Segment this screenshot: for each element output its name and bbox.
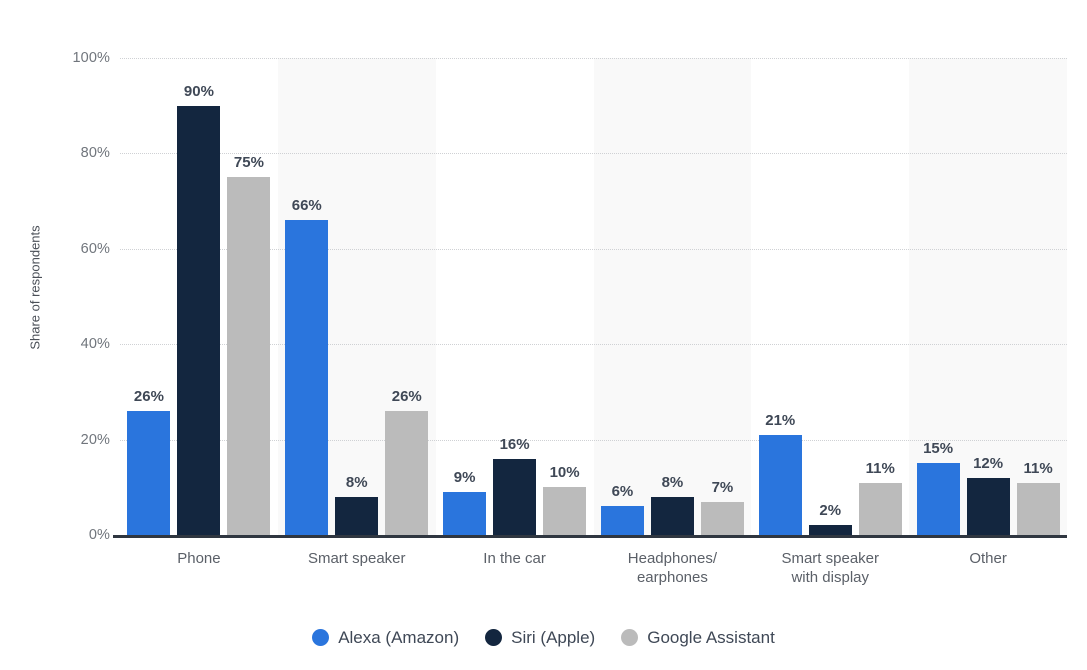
category-label-line: Other (969, 550, 1007, 567)
y-axis-tick-label: 0% (88, 527, 110, 543)
bar[interactable] (650, 496, 694, 535)
bar-value-label: 2% (819, 502, 842, 520)
bar-chart: Share of respondents 0% 20% 40% 60% 80% 100% … (0, 0, 1087, 670)
bar-value-label: 66% (291, 197, 322, 215)
x-axis-line (113, 535, 1067, 538)
bar[interactable] (543, 487, 587, 535)
category-label-line: In the car (483, 550, 546, 567)
circle-marker (621, 629, 639, 646)
bar-value-label: 75% (233, 154, 264, 172)
bar[interactable] (1016, 482, 1060, 535)
category-label-line: Headphones/ (627, 550, 718, 567)
bar[interactable] (916, 463, 960, 535)
bar[interactable] (758, 434, 802, 535)
x-axis-category-label: Other (909, 549, 1067, 568)
y-axis-tick-label: 100% (72, 50, 110, 66)
circle-marker (485, 629, 503, 646)
y-axis-tick-label: 40% (80, 336, 110, 353)
bar-value-label: 11% (865, 459, 895, 477)
bar[interactable] (227, 177, 271, 535)
bar[interactable] (335, 496, 379, 535)
bar[interactable] (493, 458, 537, 535)
y-axis-title: Share of respondents (27, 225, 43, 350)
bar-value-label: 90% (183, 82, 214, 100)
plot-band (593, 58, 752, 535)
bar-value-label: 16% (499, 435, 530, 453)
category-label-line: Smart speaker (781, 550, 880, 567)
legend-item[interactable]: Google Assistant (621, 629, 775, 646)
legend-label: Siri (Apple) (511, 628, 596, 647)
y-axis-tick-label: 80% (80, 145, 110, 162)
bar[interactable] (808, 525, 852, 535)
bar[interactable] (127, 410, 171, 535)
legend-item[interactable]: Siri (Apple) (485, 629, 595, 646)
bar-value-label: 8% (345, 473, 368, 491)
x-axis-category-label: In the car (436, 549, 594, 568)
bar-value-label: 7% (711, 478, 734, 496)
bar-value-label: 10% (549, 464, 580, 482)
category-label-line: Phone (177, 550, 221, 567)
category-label-line: earphones (636, 569, 708, 586)
bar-value-label: 21% (765, 411, 796, 429)
x-axis-category-label: Phone (120, 549, 278, 568)
bar[interactable] (385, 410, 429, 535)
bar[interactable] (700, 501, 744, 535)
x-axis-category-label: Smart speaker (278, 549, 436, 568)
chart-legend: Alexa (Amazon) Siri (Apple) Google Assista… (0, 629, 1087, 646)
bar-value-label: 9% (453, 469, 476, 487)
plot-area: 26% 90% 75% 66% 8% 26% 9% 16% 10% 6% 8% 7% 21% 2% 11% 1… (120, 58, 1067, 535)
bar[interactable] (285, 220, 329, 535)
bar-value-label: 11% (1023, 459, 1053, 477)
x-axis-category-label: Smart speaker with display (751, 549, 909, 587)
bar-value-label: 15% (923, 440, 954, 458)
circle-marker (312, 629, 330, 646)
bar[interactable] (858, 482, 902, 535)
gridline (120, 58, 1067, 59)
bar[interactable] (600, 506, 644, 535)
y-axis-tick-labels: 0% 20% 40% 60% 80% 100% (55, 0, 110, 670)
bar-value-label: 26% (133, 387, 164, 405)
category-label-line: with display (791, 569, 870, 586)
legend-label: Alexa (Amazon) (338, 628, 460, 647)
bar[interactable] (443, 492, 487, 535)
bar-value-label: 26% (391, 387, 422, 405)
bar[interactable] (966, 477, 1010, 535)
bar[interactable] (177, 105, 221, 535)
x-axis-category-label: Headphones/earphones (594, 549, 752, 587)
y-axis-tick-label: 20% (80, 431, 110, 448)
category-label-line: Smart speaker (307, 550, 406, 567)
legend-label: Google Assistant (647, 628, 775, 647)
legend-item[interactable]: Alexa (Amazon) (312, 629, 459, 646)
y-axis-tick-label: 60% (80, 240, 110, 257)
